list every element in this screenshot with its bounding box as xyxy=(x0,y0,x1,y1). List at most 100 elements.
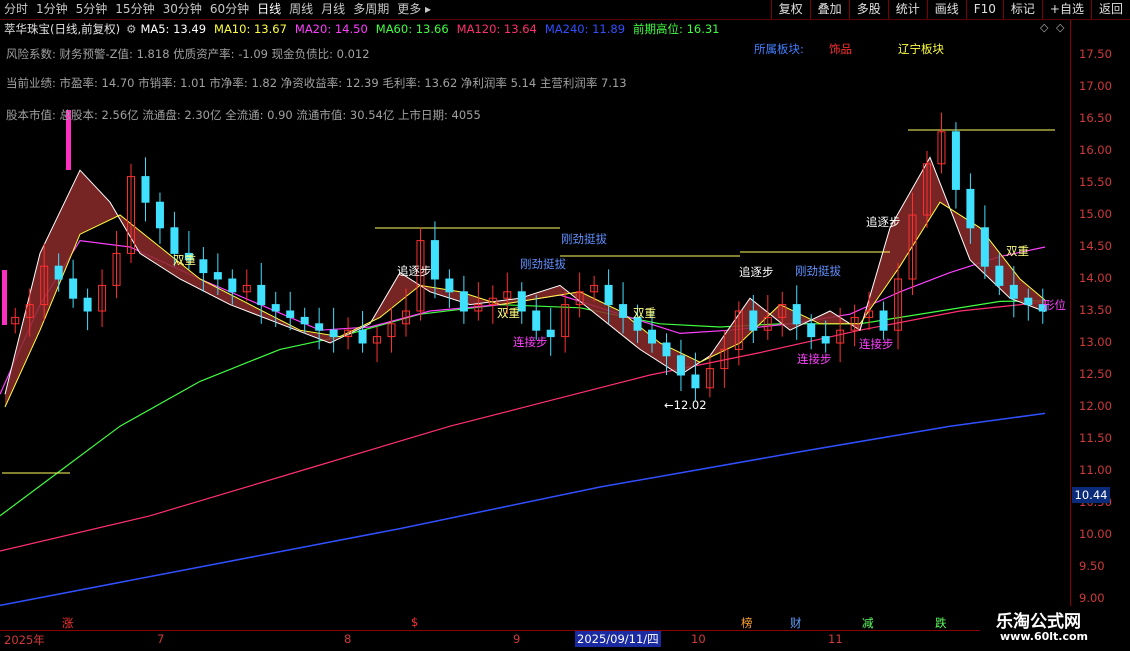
candle-body xyxy=(141,176,150,203)
candle-body xyxy=(329,329,338,338)
draw-line-button[interactable]: 画线 xyxy=(926,0,966,19)
candle-body xyxy=(83,297,92,312)
period-tab-1min[interactable]: 1分钟 xyxy=(32,0,72,19)
mark-rank[interactable]: 榜 xyxy=(741,615,753,631)
settings-circle-icon[interactable]: ⚙ xyxy=(126,22,136,36)
price-tick: 14.00 xyxy=(1079,271,1112,285)
candle-body xyxy=(1009,284,1018,299)
risk-info-line: 风险系数: 财务预警-Z值: 1.818 优质资产率: -1.09 现金负债比:… xyxy=(6,47,370,61)
mark-fall[interactable]: 跌 xyxy=(935,615,947,631)
signal-label: 连接步 xyxy=(797,352,832,366)
period-tab-60min[interactable]: 60分钟 xyxy=(206,0,253,19)
price-tick: 17.00 xyxy=(1079,79,1112,93)
candle-body xyxy=(170,227,179,254)
ma240-line xyxy=(0,412,1046,607)
price-tick: 17.50 xyxy=(1079,47,1112,61)
candle-body xyxy=(300,316,309,325)
period-tab-more[interactable]: 更多 ▸ xyxy=(393,0,435,19)
selected-date: 2025/09/11/四 xyxy=(575,631,661,647)
signal-label: 追逐步 xyxy=(866,215,901,229)
period-tab-5min[interactable]: 5分钟 xyxy=(72,0,112,19)
signal-label: 刚劲挺拔 xyxy=(520,257,566,271)
signal-label: 双重 xyxy=(633,306,656,320)
ma-legend: 萃华珠宝(日线,前复权) ⚙ MA5: 13.49 MA10: 13.67 MA… xyxy=(0,20,1070,37)
period-tab-weekly[interactable]: 周线 xyxy=(285,0,317,19)
price-tick: 9.50 xyxy=(1079,559,1105,573)
ma20-label: MA20: 14.50 xyxy=(294,21,368,36)
period-tab-30min[interactable]: 30分钟 xyxy=(159,0,206,19)
candle-body xyxy=(445,278,454,293)
collapse-diamond-icon[interactable]: ◇ xyxy=(1056,21,1064,34)
candle-body xyxy=(257,284,266,306)
price-tick: 11.50 xyxy=(1079,431,1112,445)
prior-high-label: 前期高位: 16.31 xyxy=(633,21,720,36)
price-tick: 15.00 xyxy=(1079,207,1112,221)
indicator-bar xyxy=(2,270,7,325)
overlay-button[interactable]: 叠加 xyxy=(809,0,849,19)
period-tab-intraday[interactable]: 分时 xyxy=(0,0,32,19)
candle-body xyxy=(69,278,78,299)
watermark-title: 乐淘公式网 xyxy=(996,612,1081,632)
period-toolbar: 分时 1分钟 5分钟 15分钟 30分钟 60分钟 日线 周线 月线 多周期 更… xyxy=(0,0,1130,20)
ma10-label: MA10: 13.67 xyxy=(214,21,287,36)
signal-label: 连接步 xyxy=(859,337,894,351)
expand-diamond-icon[interactable]: ◇ xyxy=(1040,21,1048,34)
date-label: 8 xyxy=(344,632,352,646)
price-tick: 14.50 xyxy=(1079,239,1112,253)
add-watchlist-button[interactable]: +自选 xyxy=(1041,0,1091,19)
signal-label: 连接步 xyxy=(513,335,548,349)
date-label: 9 xyxy=(513,632,521,646)
candle-body xyxy=(792,304,801,325)
candle-body xyxy=(459,291,468,312)
mark-finance[interactable]: 财 xyxy=(790,615,802,631)
price-tick: 11.00 xyxy=(1079,463,1112,477)
mark-reduce[interactable]: 减 xyxy=(862,615,874,631)
statistics-button[interactable]: 统计 xyxy=(887,0,927,19)
watermark-url: www.60lt.com xyxy=(1000,630,1089,643)
sector-liaoning[interactable]: 辽宁板块 xyxy=(898,41,944,57)
candle-body xyxy=(430,240,439,280)
f10-button[interactable]: F10 xyxy=(965,0,1003,19)
price-tick: 12.00 xyxy=(1079,399,1112,413)
date-label: 2025年 xyxy=(4,633,45,647)
ma5-label: MA5: 13.49 xyxy=(140,21,207,36)
candle-body xyxy=(676,355,685,376)
period-tab-daily[interactable]: 日线 xyxy=(253,0,285,19)
candle-body xyxy=(619,304,628,318)
candle-body xyxy=(648,329,657,344)
period-tab-multi[interactable]: 多周期 xyxy=(349,0,393,19)
candle-body xyxy=(271,304,280,312)
price-tick: 16.50 xyxy=(1079,111,1112,125)
price-tick: 16.00 xyxy=(1079,143,1112,157)
candle-body xyxy=(879,310,888,331)
signal-label: 刚劲挺拔 xyxy=(561,232,607,246)
back-button[interactable]: 返回 xyxy=(1090,0,1130,19)
multi-stock-button[interactable]: 多股 xyxy=(848,0,888,19)
performance-info-line: 当前业绩: 市盈率: 14.70 市销率: 1.01 市净率: 1.82 净资收… xyxy=(6,76,627,90)
mark-dollar[interactable]: $ xyxy=(411,615,418,629)
adjust-button[interactable]: 复权 xyxy=(770,0,810,19)
mark-rise[interactable]: 涨 xyxy=(62,615,74,631)
signal-label: 双重 xyxy=(1006,244,1029,258)
candle-body xyxy=(749,310,758,331)
ma120-label: MA120: 13.64 xyxy=(456,21,537,36)
sector-jewelry[interactable]: 饰品 xyxy=(829,41,852,57)
candle-body xyxy=(315,323,324,331)
signal-label: 刚劲挺拔 xyxy=(795,264,841,278)
date-label: 7 xyxy=(157,632,165,646)
price-axis: 17.50 17.00 16.50 16.00 15.50 15.00 14.5… xyxy=(1070,20,1130,630)
sector-label: 所属板块: xyxy=(754,42,804,56)
date-label: 11 xyxy=(828,632,843,646)
signal-label: 形位 xyxy=(1043,298,1066,312)
candle-body xyxy=(995,265,1004,286)
candle-body xyxy=(807,323,816,338)
candle-body xyxy=(604,284,613,306)
period-tab-monthly[interactable]: 月线 xyxy=(317,0,349,19)
price-tick: 15.50 xyxy=(1079,175,1112,189)
candle-body xyxy=(155,201,164,229)
mark-button[interactable]: 标记 xyxy=(1002,0,1042,19)
ma240-label: MA240: 11.89 xyxy=(544,21,626,36)
candle-body xyxy=(821,336,830,344)
price-tick: 10.00 xyxy=(1079,527,1112,541)
period-tab-15min[interactable]: 15分钟 xyxy=(111,0,158,19)
